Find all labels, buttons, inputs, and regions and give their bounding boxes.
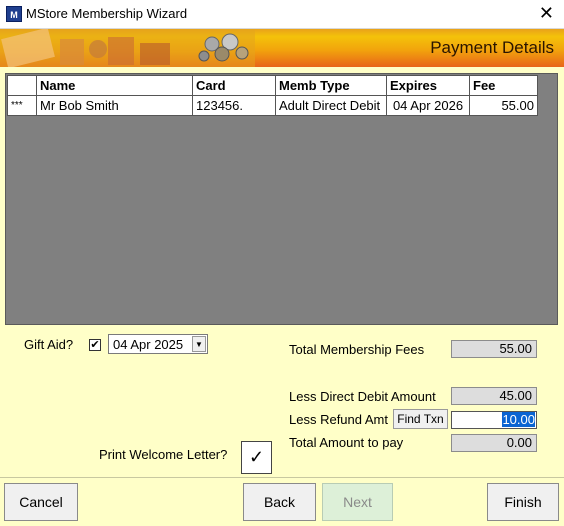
total-fees-label: Total Membership Fees [289, 342, 425, 357]
gift-aid-date-picker[interactable]: 04 Apr 2025 ▼ [108, 334, 208, 354]
close-icon[interactable]: ✕ [539, 3, 554, 23]
cell-card[interactable]: 123456. [192, 95, 276, 116]
less-refund-label: Less Refund Amt [289, 412, 388, 427]
cancel-button[interactable]: Cancel [4, 483, 78, 521]
total-to-pay-field: 0.00 [451, 434, 537, 452]
banner-artwork [0, 29, 255, 67]
print-welcome-label: Print Welcome Letter? [99, 447, 228, 462]
members-table: Name Card Memb Type Expires Fee *** Mr B… [7, 75, 538, 116]
back-button[interactable]: Back [243, 483, 316, 521]
find-txn-button[interactable]: Find Txn [393, 409, 448, 429]
less-direct-debit-label: Less Direct Debit Amount [289, 389, 436, 404]
print-welcome-checkbox[interactable]: ✓ [241, 441, 272, 474]
total-to-pay-label: Total Amount to pay [289, 435, 404, 450]
less-direct-debit-field: 45.00 [451, 387, 537, 405]
page-title: Payment Details [430, 38, 554, 57]
members-grid[interactable]: Name Card Memb Type Expires Fee *** Mr B… [5, 73, 558, 325]
app-icon: M [6, 6, 22, 22]
table-row[interactable]: *** Mr Bob Smith 123456. Adult Direct De… [7, 95, 538, 116]
cell-fee[interactable]: 55.00 [469, 95, 538, 116]
column-header-expires[interactable]: Expires [386, 75, 470, 96]
next-button[interactable]: Next [322, 483, 393, 521]
table-header-row: Name Card Memb Type Expires Fee [7, 75, 538, 96]
gift-aid-label: Gift Aid? [24, 337, 74, 352]
wizard-footer: Cancel Back Next Finish [0, 477, 564, 526]
total-fees-field: 55.00 [451, 340, 537, 358]
column-header-memb-type[interactable]: Memb Type [275, 75, 387, 96]
title-bar: M MStore Membership Wizard ✕ [0, 0, 564, 29]
gift-aid-date-value: 04 Apr 2025 [113, 337, 184, 352]
header-banner: Payment Details [0, 29, 564, 67]
less-refund-input[interactable]: 10.00 [451, 411, 537, 429]
column-header-marker [7, 75, 37, 96]
cell-name[interactable]: Mr Bob Smith [36, 95, 193, 116]
cell-memb-type[interactable]: Adult Direct Debit [275, 95, 387, 116]
less-refund-value: 10.00 [502, 412, 535, 427]
gift-aid-checkbox[interactable]: ✔ [89, 339, 101, 351]
column-header-card[interactable]: Card [192, 75, 276, 96]
column-header-name[interactable]: Name [36, 75, 193, 96]
cell-expires[interactable]: 04 Apr 2026 [386, 95, 470, 116]
row-marker: *** [7, 95, 37, 116]
finish-button[interactable]: Finish [487, 483, 559, 521]
chevron-down-icon[interactable]: ▼ [192, 336, 206, 352]
window-title: MStore Membership Wizard [26, 6, 188, 21]
column-header-fee[interactable]: Fee [469, 75, 538, 96]
